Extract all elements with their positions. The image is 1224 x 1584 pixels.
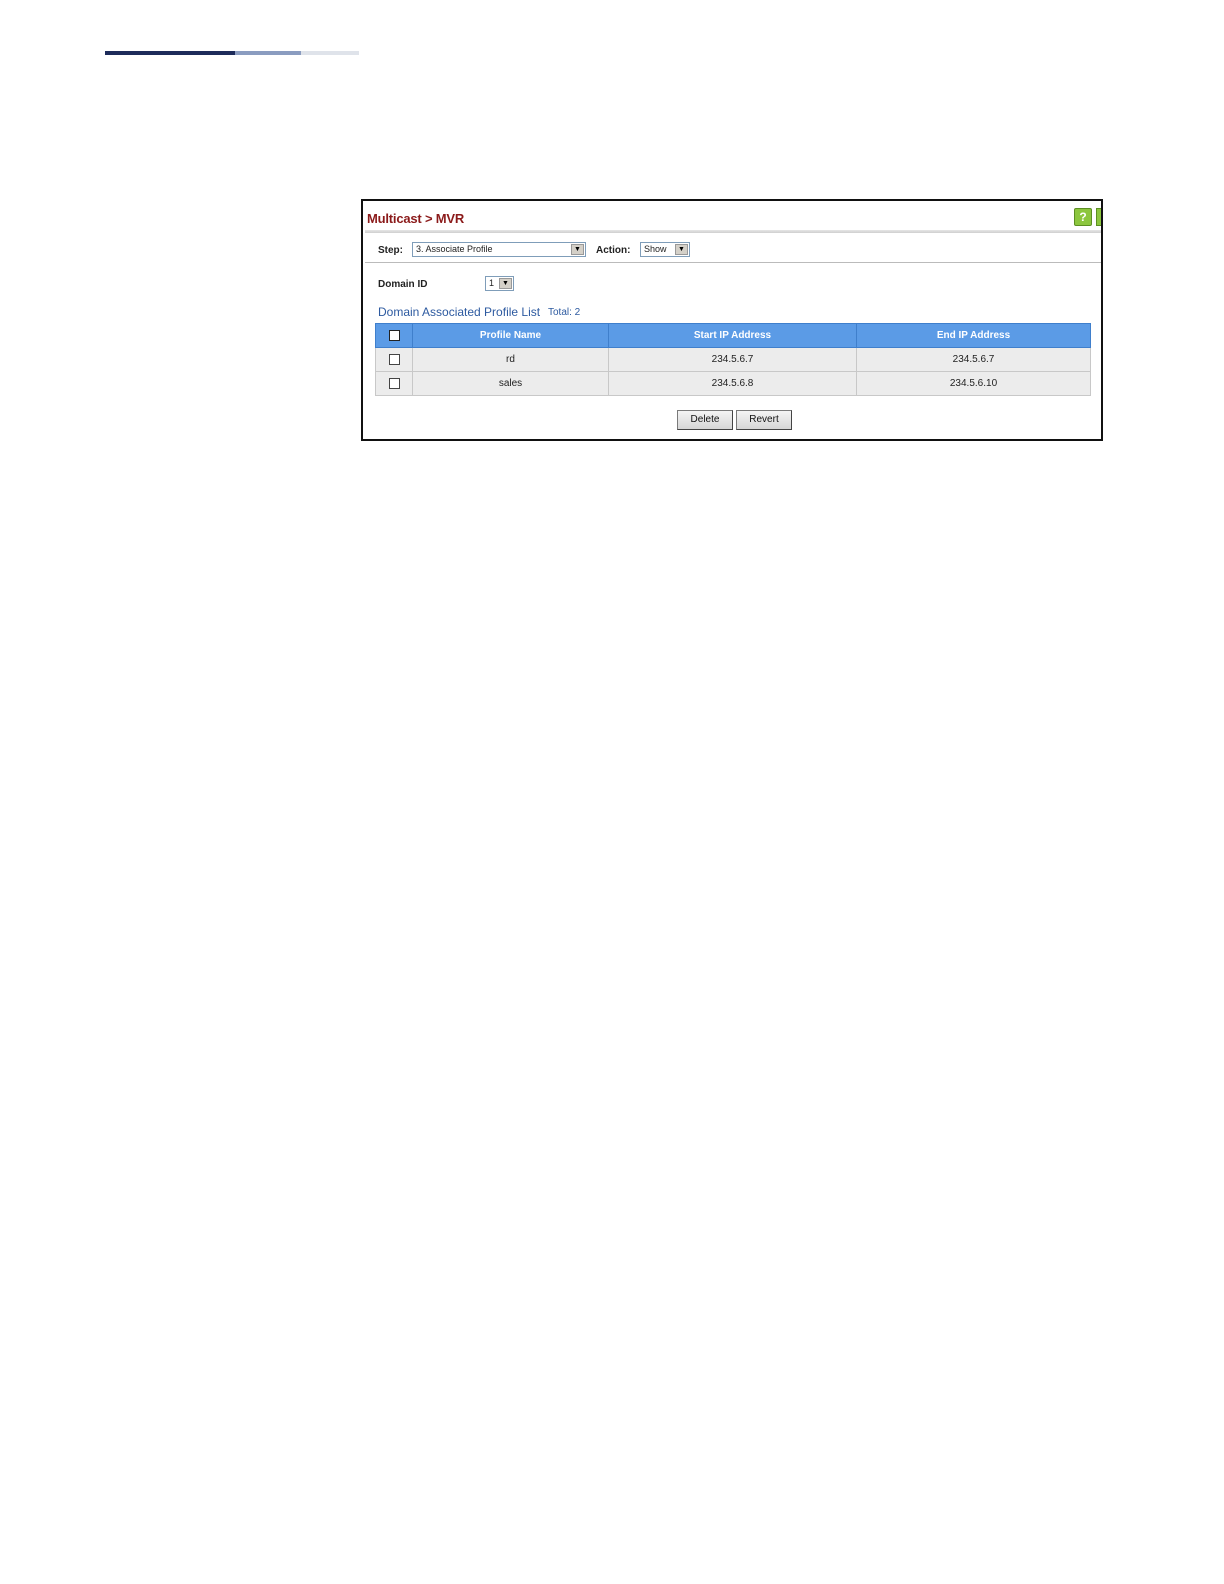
toolbar-divider [365,262,1101,263]
row-checkbox[interactable] [388,353,400,365]
column-header[interactable]: Profile Name [412,323,609,348]
select-all-checkbox[interactable] [388,329,400,341]
header-rule [105,51,235,55]
header-rule [301,51,359,55]
profile-name-cell: rd [412,347,609,372]
mvr-panel: Multicast > MVR ? Step: 3. Associate Pro… [361,199,1103,441]
select-all-cell [375,323,413,348]
table-row: rd 234.5.6.7 234.5.6.7 [375,347,1091,372]
row-select-cell [375,347,413,372]
start-ip-cell: 234.5.6.8 [608,371,857,396]
end-ip-cell: 234.5.6.10 [856,371,1091,396]
profile-name-cell: sales [412,371,609,396]
step-label: Step: [378,245,403,256]
header-rule [235,51,301,55]
action-select[interactable]: Show ▼ [640,242,690,257]
row-checkbox[interactable] [388,377,400,389]
start-ip-cell: 234.5.6.7 [608,347,857,372]
profile-table: Profile Name Start IP Address End IP Add… [375,323,1091,396]
help-icon[interactable]: ? [1074,208,1092,226]
title-divider [365,230,1101,233]
chevron-down-icon[interactable]: ▼ [571,244,584,255]
row-select-cell [375,371,413,396]
domain-id-label: Domain ID [378,279,428,290]
chevron-down-icon[interactable]: ▼ [499,278,512,289]
column-header[interactable]: End IP Address [856,323,1091,348]
delete-button[interactable]: Delete [677,410,733,430]
table-header-row: Profile Name Start IP Address End IP Add… [375,323,1091,348]
end-ip-cell: 234.5.6.7 [856,347,1091,372]
revert-button[interactable]: Revert [736,410,792,430]
page-title: Multicast > MVR [367,211,465,226]
action-select-value: Show [644,244,667,254]
help-icon[interactable] [1096,208,1101,226]
chevron-down-icon[interactable]: ▼ [675,244,688,255]
domain-id-select[interactable]: 1 ▼ [485,276,514,291]
column-header[interactable]: Start IP Address [608,323,857,348]
step-select[interactable]: 3. Associate Profile ▼ [412,242,586,257]
step-select-value: 3. Associate Profile [416,244,493,254]
list-title: Domain Associated Profile List [378,305,541,319]
domain-id-value: 1 [489,278,495,288]
action-label: Action: [596,245,631,256]
table-row: sales 234.5.6.8 234.5.6.10 [375,371,1091,396]
list-total: Total: 2 [548,307,581,318]
